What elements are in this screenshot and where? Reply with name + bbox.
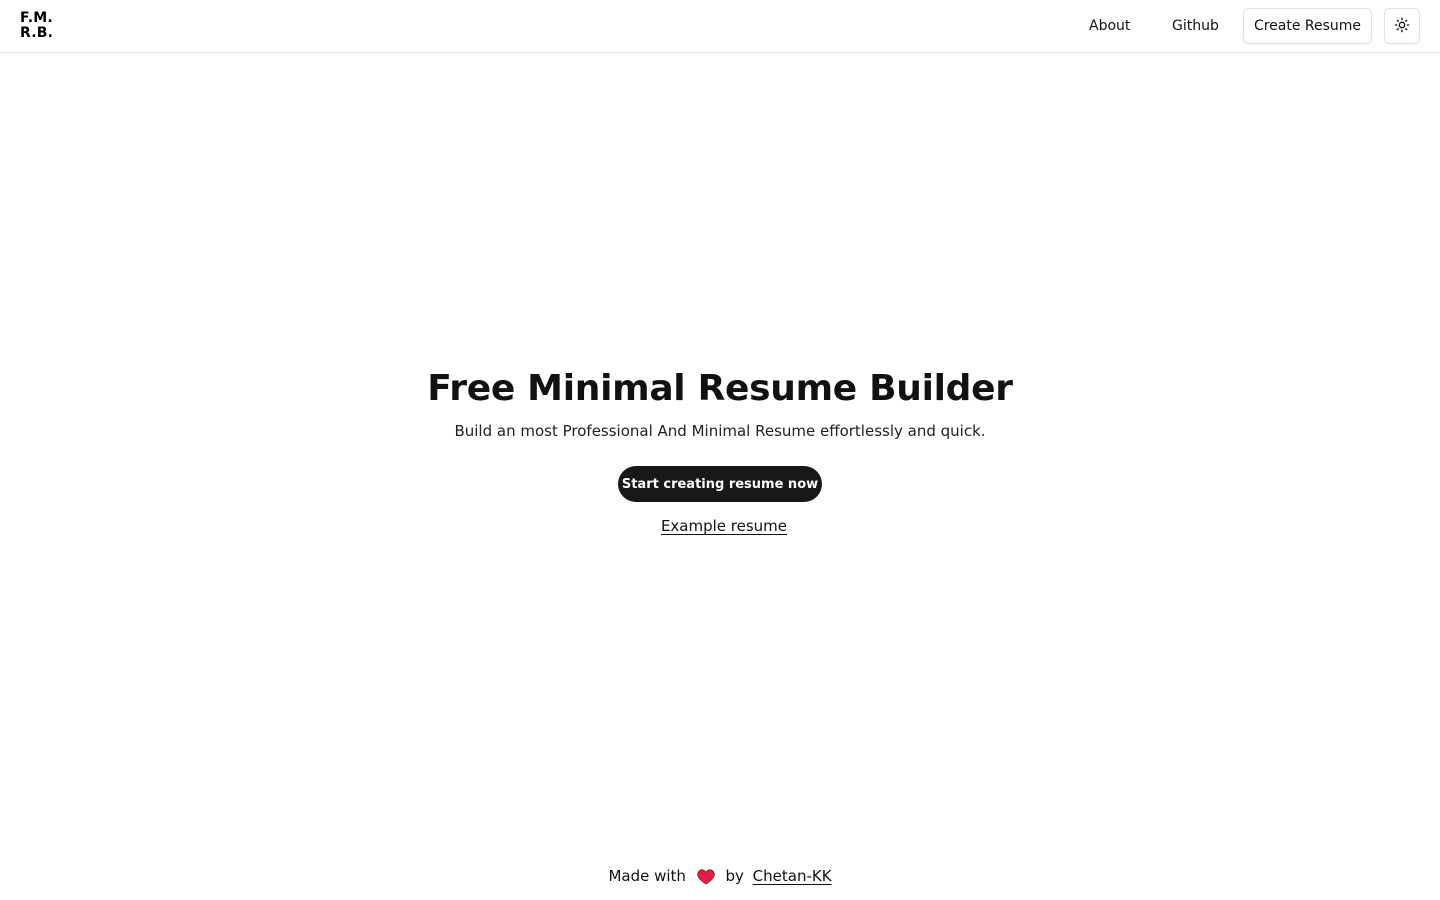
footer-made-with: Made with bbox=[608, 867, 686, 885]
hero-section: Free Minimal Resume Builder Build an mos… bbox=[0, 360, 1440, 535]
page-title: Free Minimal Resume Builder bbox=[427, 368, 1013, 409]
nav-about-link[interactable]: About bbox=[1089, 17, 1130, 35]
start-creating-label: Start creating resume now bbox=[621, 476, 819, 492]
example-resume-link[interactable]: Example resume bbox=[661, 517, 787, 535]
hero-subtitle: Build an most Professional And Minimal R… bbox=[454, 422, 986, 440]
example-link-wrapper: Example resume bbox=[0, 516, 1440, 535]
footer: Made with by Chetan-KK bbox=[0, 864, 1440, 892]
sun-icon bbox=[1394, 17, 1410, 36]
author-link[interactable]: Chetan-KK bbox=[753, 867, 832, 885]
nav-github-link[interactable]: Github bbox=[1172, 17, 1219, 35]
heart-icon bbox=[697, 868, 715, 892]
create-resume-label: Create Resume bbox=[1253, 18, 1362, 34]
top-navbar: F.M. R.B. About Github Create Resume bbox=[0, 0, 1440, 53]
logo[interactable]: F.M. R.B. bbox=[20, 11, 53, 41]
start-creating-button[interactable]: Start creating resume now bbox=[618, 466, 822, 502]
create-resume-button[interactable]: Create Resume bbox=[1243, 8, 1372, 44]
theme-toggle-button[interactable] bbox=[1384, 8, 1420, 44]
footer-by: by bbox=[725, 867, 744, 885]
logo-line-2: R.B. bbox=[20, 25, 54, 41]
logo-line-1: F.M. bbox=[20, 10, 53, 26]
